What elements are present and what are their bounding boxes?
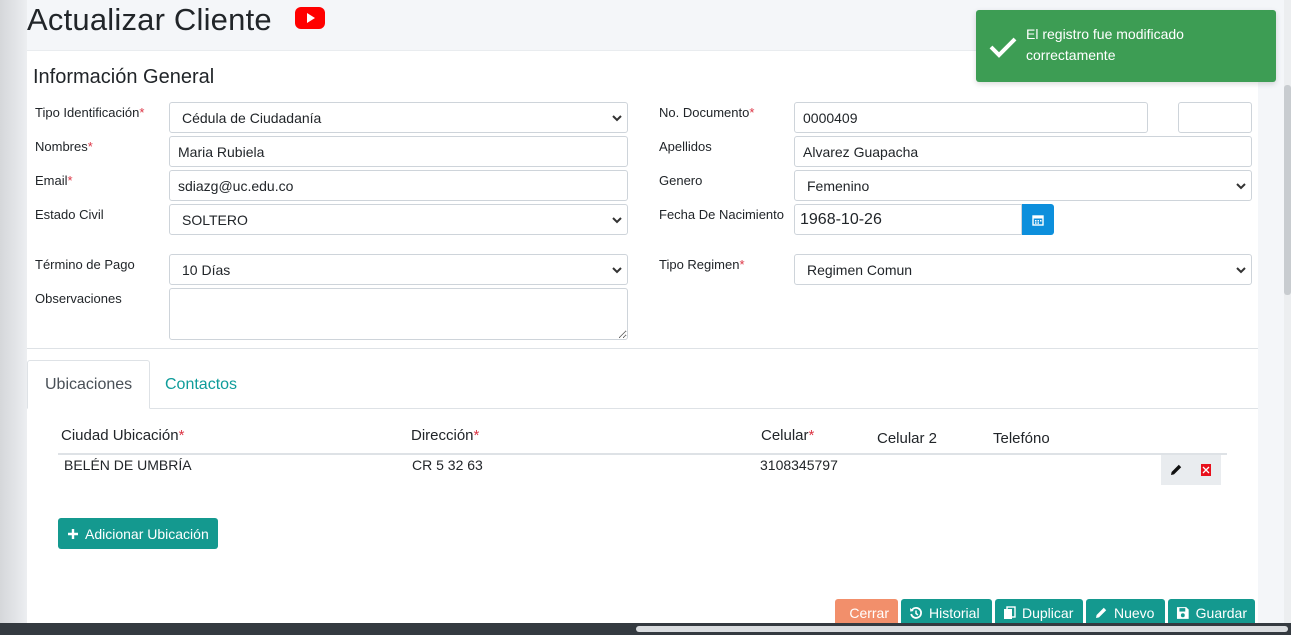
horizontal-scrollbar[interactable] [0, 623, 1291, 635]
fecha-nacimiento-label: Fecha De Nacimiento [659, 207, 784, 222]
fecha-nacimiento-input[interactable]: 1968-10-26 [794, 204, 1022, 235]
left-panel-shade [0, 0, 27, 635]
genero-label: Genero [659, 173, 703, 188]
tipo-identificacion-value: Cédula de Ciudadanía [182, 109, 322, 126]
nombres-input[interactable]: Maria Rubiela [169, 136, 628, 167]
apellidos-input[interactable]: Alvarez Guapacha [794, 136, 1252, 167]
observaciones-textarea[interactable] [169, 288, 628, 340]
cell-ciudad: BELÉN DE UMBRÍA [64, 457, 192, 473]
pencil-icon [1171, 464, 1182, 475]
section-divider [27, 348, 1258, 349]
pencil-icon [1096, 607, 1107, 618]
chevron-down-icon [612, 267, 622, 274]
observaciones-label: Observaciones [35, 291, 122, 306]
edit-row-button[interactable] [1161, 455, 1191, 485]
guardar-label: Guardar [1195, 605, 1247, 621]
nuevo-label: Nuevo [1114, 605, 1155, 621]
apellidos-label: Apellidos [659, 139, 712, 154]
vertical-scrollbar-thumb[interactable] [1284, 85, 1291, 295]
copy-icon [1004, 606, 1016, 619]
toast-message: El registro fue modificado correctamente [1026, 26, 1184, 63]
check-icon [989, 37, 1017, 58]
delete-row-button[interactable] [1191, 455, 1221, 485]
save-icon [1176, 607, 1189, 619]
chevron-down-icon [1236, 183, 1246, 190]
termino-pago-label: Término de Pago [35, 257, 135, 272]
no-documento-label: No. Documento* [659, 105, 755, 120]
estado-civil-select[interactable]: SOLTERO [169, 204, 628, 235]
tipo-regimen-select[interactable]: Regimen Comun [794, 254, 1252, 285]
duplicar-label: Duplicar [1022, 605, 1074, 621]
history-icon [910, 607, 922, 619]
estado-civil-label: Estado Civil [35, 207, 104, 222]
column-header-ciudad: Ciudad Ubicación* [61, 427, 185, 444]
estado-civil-value: SOLTERO [182, 211, 248, 228]
page-title: Actualizar Cliente [27, 2, 272, 37]
tipo-regimen-label: Tipo Regimen* [659, 257, 745, 272]
calendar-button[interactable] [1022, 204, 1054, 235]
chevron-down-icon [612, 217, 622, 224]
nombres-value: Maria Rubiela [178, 143, 265, 160]
column-header-celular2: Celular 2 [877, 430, 938, 447]
genero-value: Femenino [807, 177, 870, 194]
vertical-scrollbar[interactable] [1284, 0, 1291, 623]
no-documento-input[interactable]: 0000409 [794, 102, 1148, 133]
tab-contactos[interactable]: Contactos [148, 360, 254, 409]
column-header-telefono: Telefóno [993, 430, 1050, 447]
client-form-card: Información General Tipo Identificación*… [27, 50, 1258, 627]
delete-icon [1201, 464, 1211, 476]
tipo-identificacion-label: Tipo Identificación* [35, 105, 145, 120]
add-ubicacion-button[interactable]: Adicionar Ubicación [58, 518, 218, 549]
cell-celular: 3108345797 [760, 457, 838, 473]
email-value: sdiazg@uc.edu.co [178, 177, 294, 194]
fecha-nacimiento-value: 1968-10-26 [800, 210, 882, 228]
plus-icon [68, 528, 78, 539]
genero-select[interactable]: Femenino [794, 170, 1252, 201]
nombres-label: Nombres* [35, 139, 93, 154]
table-header-line [58, 453, 1227, 455]
success-toast[interactable]: El registro fue modificado correctamente [976, 10, 1276, 82]
add-ubicacion-label: Adicionar Ubicación [85, 525, 209, 542]
tab-ubicaciones[interactable]: Ubicaciones [27, 360, 151, 409]
cell-direccion: CR 5 32 63 [412, 457, 483, 473]
apellidos-value: Alvarez Guapacha [803, 143, 919, 160]
tipo-regimen-value: Regimen Comun [807, 261, 913, 278]
calendar-icon [1032, 214, 1044, 226]
chevron-down-icon [612, 115, 622, 122]
historial-label: Historial [929, 605, 980, 621]
termino-pago-value: 10 Días [182, 261, 231, 278]
column-header-direccion: Dirección* [411, 427, 480, 444]
email-label: Email* [35, 173, 73, 188]
digito-verificacion-input[interactable] [1178, 102, 1252, 133]
no-documento-value: 0000409 [803, 109, 858, 126]
termino-pago-select[interactable]: 10 Días [169, 254, 628, 285]
email-input[interactable]: sdiazg@uc.edu.co [169, 170, 628, 201]
section-title: Información General [33, 66, 215, 88]
column-header-celular: Celular* [761, 427, 815, 444]
tipo-identificacion-select[interactable]: Cédula de Ciudadanía [169, 102, 628, 133]
chevron-down-icon [1236, 267, 1246, 274]
youtube-icon[interactable] [295, 7, 325, 29]
cerrar-label: Cerrar [849, 605, 889, 621]
horizontal-scrollbar-thumb[interactable] [636, 626, 1288, 632]
